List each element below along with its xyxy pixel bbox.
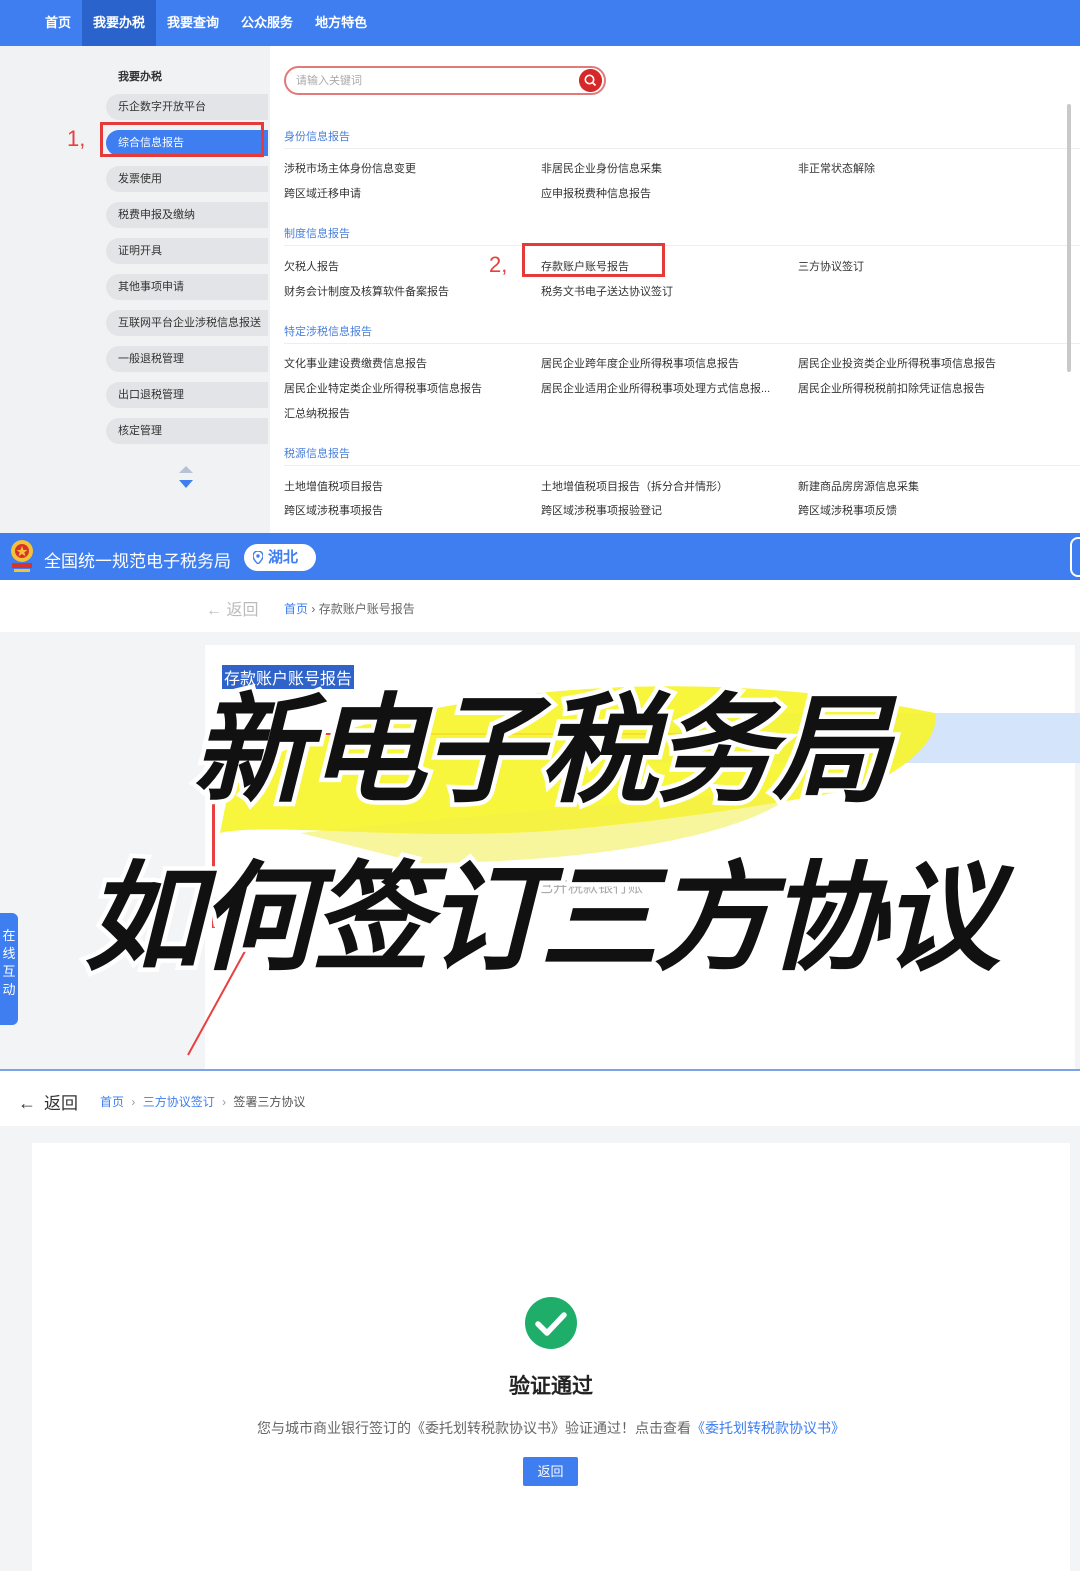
sidebar-item-internet-platform[interactable]: 互联网平台企业涉税信息报送 xyxy=(106,310,268,336)
link-cross-region-register[interactable]: 跨区域涉税事项报验登记 xyxy=(541,502,662,518)
sidebar-item-other-apply[interactable]: 其他事项申请 xyxy=(106,274,268,300)
bank-account-panel: 全国统一规范电子税务局 湖北 ← 返回 首页 › 存款账户账号报告 存款账户账号… xyxy=(0,533,1080,1071)
step-2-annotation: 2, xyxy=(489,252,508,277)
link-investment-cit[interactable]: 居民企业投资类企业所得税事项信息报告 xyxy=(798,355,996,371)
return-button[interactable]: 返回 xyxy=(523,1457,578,1486)
section-divider xyxy=(284,465,1080,466)
section-divider xyxy=(284,148,1080,149)
link-tripartite-agreement[interactable]: 三方协议签订 xyxy=(798,258,864,274)
link-nonresident-identity[interactable]: 非居民企业身份信息采集 xyxy=(541,160,662,176)
breadcrumb-separator: › xyxy=(131,1095,136,1109)
link-cross-region-move[interactable]: 跨区域迁移申请 xyxy=(284,185,361,201)
sidebar-item-declare-pay[interactable]: 税费申报及缴纳 xyxy=(106,202,268,228)
section-title-identity: 身份信息报告 xyxy=(284,131,350,143)
back-arrow-icon: ← xyxy=(18,1093,36,1113)
back-button[interactable]: ← 返回 xyxy=(18,1089,78,1114)
breadcrumb-current: 签署三方协议 xyxy=(233,1095,306,1109)
link-accounting-filing[interactable]: 财务会计制度及核算软件备案报告 xyxy=(284,283,449,299)
link-abnormal-release[interactable]: 非正常状态解除 xyxy=(798,160,875,176)
agreement-document-link[interactable]: 《委托划转税款协议书》 xyxy=(691,1420,845,1436)
menu-panel: 首页 我要办税 我要查询 公众服务 地方特色 我要办税 乐企数字开放平台 综合信… xyxy=(0,0,1080,533)
section-title-source: 税源信息报告 xyxy=(284,448,350,460)
link-e-delivery-agreement[interactable]: 税务文书电子送达协议签订 xyxy=(541,283,673,299)
link-cit-method[interactable]: 居民企业适用企业所得税事项处理方式信息报... xyxy=(541,380,770,396)
nav-public-service[interactable]: 公众服务 xyxy=(230,0,304,46)
result-title: 验证通过 xyxy=(509,1375,593,1398)
breadcrumb-bar: ← 返回 首页 › 三方协议签订 › 签署三方协议 xyxy=(0,1071,1080,1126)
link-debtor-report[interactable]: 欠税人报告 xyxy=(284,258,339,274)
step-1-highlight-box xyxy=(100,122,264,157)
link-pretax-deduction[interactable]: 居民企业所得税税前扣除凭证信息报告 xyxy=(798,380,985,396)
search-input[interactable] xyxy=(296,72,566,90)
headline-line-2: 如何签订三方协议 xyxy=(84,853,1015,985)
sidebar-item-certificate[interactable]: 证明开具 xyxy=(106,238,268,264)
link-consolidated-report[interactable]: 汇总纳税报告 xyxy=(284,405,350,421)
headline-overlay: 新电子税务局 如何签订三方协议 xyxy=(79,681,1023,1056)
link-tax-type-report[interactable]: 应申报税费种信息报告 xyxy=(541,185,651,201)
link-land-vat-project[interactable]: 土地增值税项目报告 xyxy=(284,478,383,494)
section-divider xyxy=(284,343,1080,344)
step-2-highlight-box xyxy=(522,243,665,277)
sidebar-item-assessment[interactable]: 核定管理 xyxy=(106,418,268,444)
sidebar-item-open-platform[interactable]: 乐企数字开放平台 xyxy=(106,94,268,120)
search-box xyxy=(284,66,606,95)
sidebar-scroll-arrows-icon[interactable] xyxy=(178,466,194,488)
headline-line-1: 新电子税务局 xyxy=(192,685,898,817)
link-new-housing[interactable]: 新建商品房房源信息采集 xyxy=(798,478,919,494)
result-card: 验证通过 您与城市商业银行签订的《委托划转税款协议书》验证通过！点击查看《委托划… xyxy=(32,1143,1070,1571)
section-divider xyxy=(284,245,1080,246)
link-cross-region-feedback[interactable]: 跨区域涉税事项反馈 xyxy=(798,502,897,518)
sign-agreement-panel: ← 返回 首页 › 三方协议签订 › 签署三方协议 验证通过 您与城市商业银行签订… xyxy=(0,1071,1080,1571)
breadcrumb-separator: › xyxy=(222,1095,227,1109)
link-land-vat-split[interactable]: 土地增值税项目报告（拆分合并情形） xyxy=(541,478,728,494)
step-1-annotation: 1, xyxy=(67,126,86,151)
nav-local-features[interactable]: 地方特色 xyxy=(304,0,378,46)
breadcrumb: 首页 › 三方协议签订 › 签署三方协议 xyxy=(100,1093,305,1110)
link-culture-fee[interactable]: 文化事业建设费缴费信息报告 xyxy=(284,355,427,371)
menu-content: 身份信息报告 涉税市场主体身份信息变更 非居民企业身份信息采集 非正常状态解除 … xyxy=(270,46,1080,533)
section-title-system: 制度信息报告 xyxy=(284,228,350,240)
breadcrumb-tripartite[interactable]: 三方协议签订 xyxy=(143,1095,215,1109)
sidebar: 我要办税 乐企数字开放平台 综合信息报告 发票使用 税费申报及缴纳 证明开具 其… xyxy=(0,46,270,533)
link-specific-cit[interactable]: 居民企业特定类企业所得税事项信息报告 xyxy=(284,380,482,396)
breadcrumb-home[interactable]: 首页 xyxy=(100,1095,124,1109)
nav-home[interactable]: 首页 xyxy=(34,0,82,46)
success-check-icon xyxy=(525,1297,577,1349)
top-nav: 首页 我要办税 我要查询 公众服务 地方特色 xyxy=(0,0,1080,46)
back-label: 返回 xyxy=(44,1094,78,1113)
sidebar-item-refund[interactable]: 一般退税管理 xyxy=(106,346,268,372)
content-scrollbar[interactable] xyxy=(1067,104,1071,372)
nav-tax-handling[interactable]: 我要办税 xyxy=(82,0,157,46)
result-message-text: 您与城市商业银行签订的《委托划转税款协议书》验证通过！点击查看 xyxy=(257,1420,691,1436)
result-message: 您与城市商业银行签订的《委托划转税款协议书》验证通过！点击查看《委托划转税款协议… xyxy=(32,1418,1070,1438)
link-cross-year-cit[interactable]: 居民企业跨年度企业所得税事项信息报告 xyxy=(541,355,739,371)
search-icon[interactable] xyxy=(579,69,602,92)
sidebar-item-export-refund[interactable]: 出口退税管理 xyxy=(106,382,268,408)
sidebar-item-invoice[interactable]: 发票使用 xyxy=(106,166,268,192)
link-cross-region-report[interactable]: 跨区域涉税事项报告 xyxy=(284,502,383,518)
link-identity-change[interactable]: 涉税市场主体身份信息变更 xyxy=(284,160,416,176)
nav-query[interactable]: 我要查询 xyxy=(156,0,230,46)
sidebar-title: 我要办税 xyxy=(118,71,162,83)
section-title-special: 特定涉税信息报告 xyxy=(284,326,372,338)
